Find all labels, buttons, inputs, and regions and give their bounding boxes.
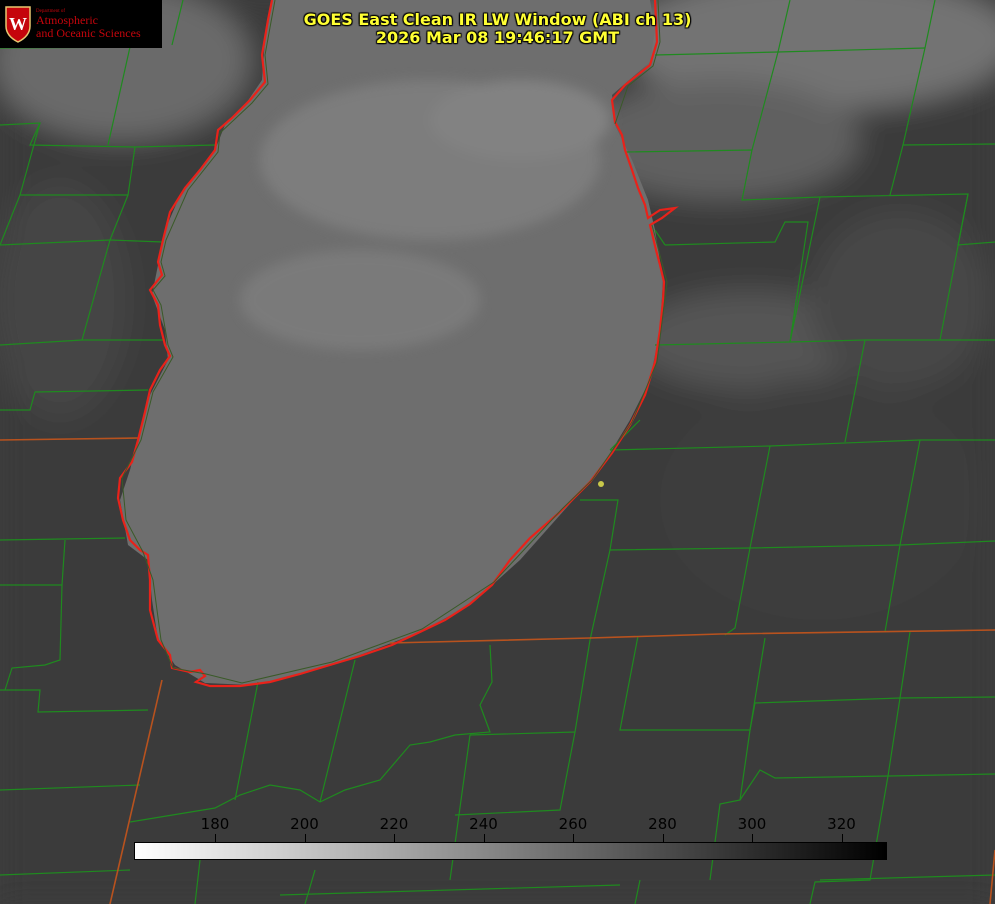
svg-text:W: W	[9, 14, 27, 34]
colorbar-tick-label: 240	[469, 815, 498, 833]
colorbar-tick	[394, 834, 395, 842]
colorbar-tick-label: 200	[290, 815, 319, 833]
logo-line1: Atmospheric	[36, 13, 98, 28]
location-marker	[598, 481, 604, 487]
colorbar-tick-label: 280	[648, 815, 677, 833]
colorbar-gradient	[134, 842, 887, 860]
colorbar-tick-label: 180	[200, 815, 230, 833]
colorbar-tick-label: 260	[558, 815, 588, 833]
colorbar-tick-label: 320	[827, 815, 856, 833]
satellite-map	[0, 0, 995, 904]
colorbar-tick	[304, 834, 306, 842]
image-title: GOES East Clean IR LW Window (ABI ch 13)…	[250, 11, 745, 47]
colorbar-tick-label: 220	[379, 815, 409, 833]
colorbar: 180 200 220 240 260 280 300 320	[134, 815, 887, 861]
aos-logo: W Department of Atmospheric and Oceanic …	[0, 0, 162, 48]
colorbar-tick	[573, 834, 574, 842]
uw-crest-icon: W	[5, 6, 31, 43]
colorbar-tick	[483, 834, 485, 842]
colorbar-tick	[215, 834, 216, 842]
colorbar-tick	[752, 834, 753, 842]
colorbar-tick-label: 300	[737, 815, 767, 833]
colorbar-tick	[662, 834, 664, 842]
colorbar-tick	[841, 834, 843, 842]
logo-line2: and Oceanic Sciences	[36, 25, 141, 40]
title-line2: 2026 Mar 08 19:46:17 GMT	[375, 28, 620, 47]
title-line1: GOES East Clean IR LW Window (ABI ch 13)	[303, 10, 692, 29]
